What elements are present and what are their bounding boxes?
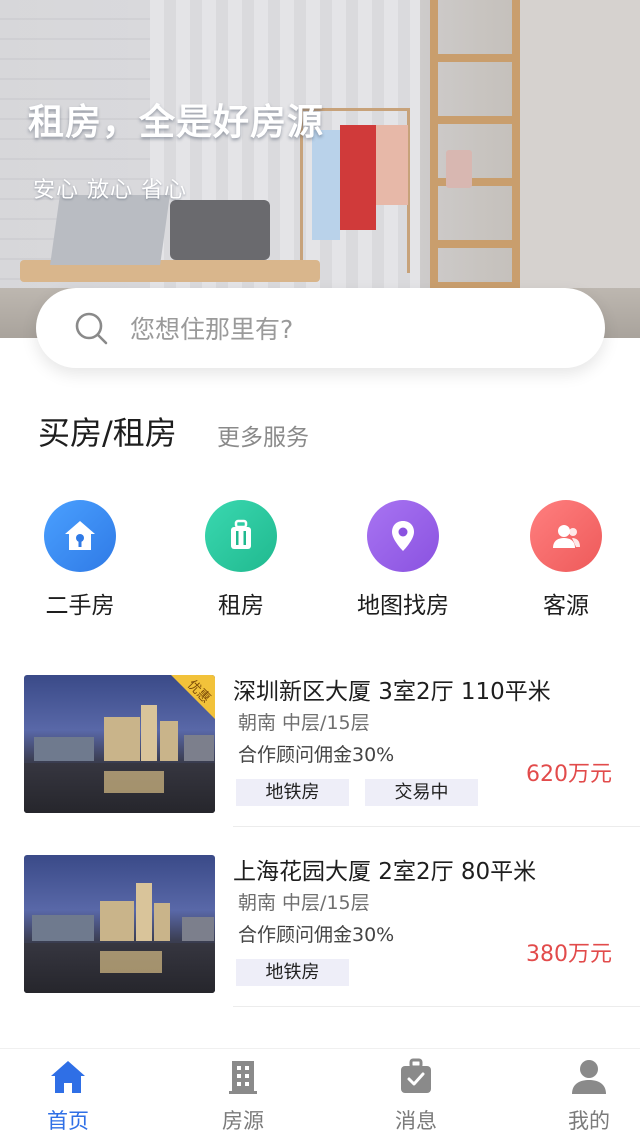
wooden-shelf: [430, 0, 520, 290]
search-bar[interactable]: 您想住那里有?: [36, 288, 605, 368]
profile-icon: [572, 1060, 606, 1094]
listing-tags: 地铁房: [236, 959, 349, 986]
listing-commission: 合作顾问佣金30%: [238, 744, 395, 766]
category-rent[interactable]: 租房: [161, 500, 321, 620]
listing-title: 上海花园大厦 2室2厅 80平米: [233, 859, 537, 885]
search-placeholder: 您想住那里有?: [130, 315, 294, 344]
hero-subtitle: 安心 放心 省心: [33, 178, 187, 203]
armchair: [170, 200, 270, 260]
listing-photo: [24, 855, 215, 993]
bottom-nav: 首页 房源 消息 我的: [0, 1048, 640, 1138]
tab-profile[interactable]: 我的: [529, 1049, 640, 1138]
reflection: [100, 951, 162, 973]
divider: [233, 1006, 640, 1007]
category-label: 租房: [218, 593, 264, 619]
building-light: [104, 717, 140, 761]
listing-commission: 合作顾问佣金30%: [238, 924, 395, 946]
category-label: 二手房: [45, 593, 115, 619]
listing-tag: 地铁房: [236, 779, 349, 806]
listing-price: 380万元: [526, 942, 612, 967]
clothing: [340, 125, 376, 230]
building-dark: [182, 917, 214, 941]
category-label: 客源: [543, 593, 589, 619]
tab-home[interactable]: 首页: [8, 1049, 128, 1138]
tab-label: 房源: [222, 1109, 264, 1133]
home-icon: [51, 1061, 85, 1093]
listing-meta: 朝南 中层/15层: [238, 892, 370, 914]
clothing: [312, 130, 340, 240]
building-light: [160, 721, 178, 761]
clothing: [376, 125, 408, 205]
message-bag-icon: [401, 1058, 431, 1093]
handbag: [446, 150, 472, 188]
building-light: [141, 705, 157, 761]
tab-label: 消息: [395, 1109, 437, 1133]
users-icon: [530, 500, 602, 572]
listing-tag: 交易中: [365, 779, 478, 806]
search-icon: [75, 312, 108, 345]
tab-label: 我的: [568, 1109, 610, 1133]
reflection: [104, 771, 164, 793]
listing-photo: 优惠: [24, 675, 215, 813]
building-dark: [184, 735, 214, 761]
listing-tags: 地铁房 交易中: [236, 779, 478, 806]
tab-listings[interactable]: 房源: [183, 1049, 303, 1138]
building-light: [154, 903, 170, 941]
category-clients[interactable]: 客源: [486, 500, 640, 620]
category-second-hand[interactable]: 二手房: [0, 500, 160, 620]
tab-messages[interactable]: 消息: [356, 1049, 476, 1138]
building-light: [136, 883, 152, 941]
listing-meta: 朝南 中层/15层: [238, 712, 370, 734]
category-label: 地图找房: [357, 593, 449, 619]
listing-title: 深圳新区大厦 3室2厅 110平米: [233, 679, 551, 705]
building-icon: [229, 1061, 257, 1094]
building-dark: [34, 737, 94, 761]
building-light: [100, 901, 134, 941]
laptop: [50, 195, 170, 265]
category-map-search[interactable]: 地图找房: [323, 500, 483, 620]
tab-label: 首页: [47, 1109, 89, 1133]
section-title: 买房/租房: [38, 414, 177, 452]
building-dark: [32, 915, 94, 941]
listing-card[interactable]: 优惠 深圳新区大厦 3室2厅 110平米 朝南 中层/15层 合作顾问佣金30%…: [0, 660, 640, 827]
house-key-icon: [44, 500, 116, 572]
map-pin-icon: [367, 500, 439, 572]
more-services-link[interactable]: 更多服务: [217, 418, 309, 452]
listing-tag: 地铁房: [236, 959, 349, 986]
divider: [233, 826, 640, 827]
wall-side: [515, 0, 640, 290]
listing-card[interactable]: 上海花园大厦 2室2厅 80平米 朝南 中层/15层 合作顾问佣金30% 380…: [0, 840, 640, 1007]
listing-price: 620万元: [526, 762, 612, 787]
category-grid: 二手房 租房 地图找房 客源: [0, 500, 640, 620]
hero-title: 租房，全是好房源: [28, 102, 325, 143]
suitcase-icon: [205, 500, 277, 572]
